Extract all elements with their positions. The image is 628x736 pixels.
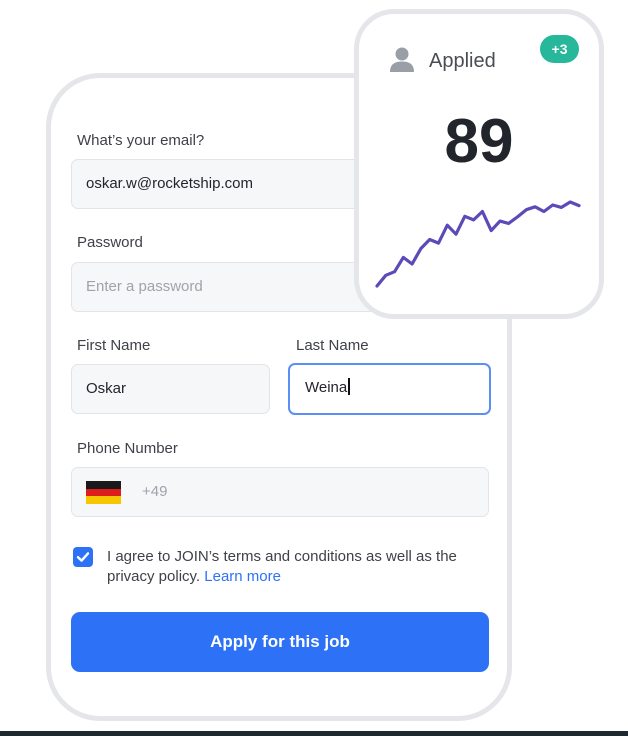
sparkline-series [375,200,581,288]
applied-count: 89 [444,107,514,176]
bottom-bar [0,731,628,736]
stats-title: Applied [429,50,496,72]
checkmark-icon [76,552,90,562]
germany-flag-icon[interactable] [86,481,121,504]
email-value: oskar.w@rocketship.com [86,175,253,192]
last-name-field[interactable]: Weina [288,363,491,415]
phone-prefix: +49 [142,483,168,500]
phone-label: Phone Number [77,440,178,457]
password-placeholder: Enter a password [86,278,203,295]
user-icon [390,47,414,72]
first-name-value: Oskar [86,380,127,397]
terms-text: I agree to JOIN’s terms and conditions a… [107,547,487,587]
password-label: Password [77,234,143,251]
terms-checkbox[interactable] [73,547,93,567]
last-name-label: Last Name [296,337,369,354]
apply-button[interactable]: Apply for this job [71,612,489,672]
last-name-value: Weina [305,379,348,396]
change-badge: +3 [540,35,579,63]
first-name-field[interactable]: Oskar [71,364,270,414]
email-label: What’s your email? [77,132,205,149]
applied-sparkline [375,200,581,288]
applied-stats-card: Applied +3 89 [354,9,604,319]
text-caret [348,378,350,395]
learn-more-link[interactable]: Learn more [204,568,281,585]
first-name-label: First Name [77,337,151,354]
phone-field[interactable]: +49 [71,467,489,517]
terms-label: I agree to JOIN’s terms and conditions a… [107,548,457,585]
